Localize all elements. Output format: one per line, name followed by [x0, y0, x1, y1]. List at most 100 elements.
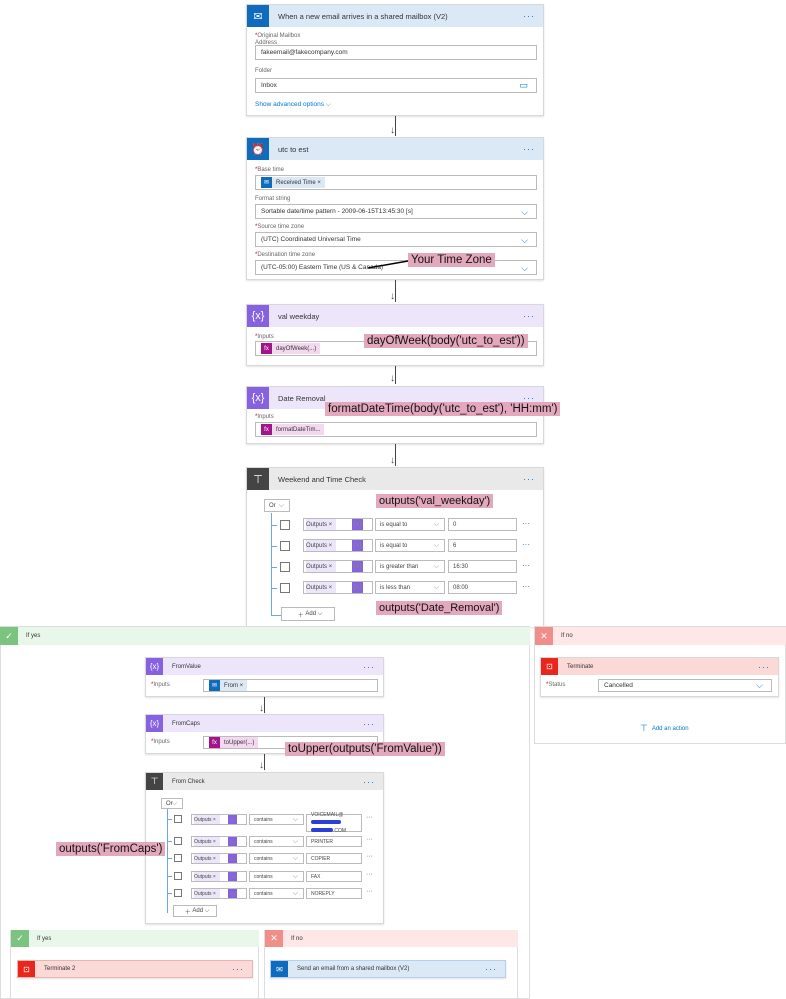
- condition-operator-select[interactable]: is equal to ⌵: [375, 518, 445, 531]
- condition-checkbox[interactable]: [280, 583, 290, 593]
- outputs-token[interactable]: {x} Outputs ×: [306, 519, 363, 530]
- outputs-token[interactable]: {x} Outputs ×: [306, 561, 363, 572]
- condition-left-operand[interactable]: {x} Outputs ×: [191, 888, 247, 899]
- variable-icon: {x}: [247, 305, 269, 327]
- if-yes-header[interactable]: ✓ If yes: [0, 627, 530, 645]
- row-more-icon[interactable]: ···: [366, 836, 373, 843]
- condition-checkbox[interactable]: [280, 520, 290, 530]
- row-more-icon[interactable]: ···: [366, 871, 373, 878]
- send-email-title: Send an email from a shared mailbox (V2): [297, 966, 410, 972]
- outputs-token[interactable]: {x} Outputs ×: [306, 540, 363, 551]
- outputs-token[interactable]: {x} Outputs ×: [194, 815, 237, 824]
- add-an-action-button[interactable]: ⊤ Add an action: [640, 723, 689, 734]
- condition-value-input[interactable]: 0: [448, 518, 517, 531]
- if-no-header[interactable]: ✕ If no: [535, 627, 786, 645]
- more-options-icon[interactable]: ···: [523, 474, 543, 484]
- variable-icon: {x}: [228, 872, 237, 881]
- condition-value-input[interactable]: NOREPLY: [306, 888, 362, 899]
- or-group-select[interactable]: Or ⌵: [264, 499, 290, 512]
- date-removal-inputs-field[interactable]: fx formatDateTim...: [255, 422, 537, 437]
- status-select[interactable]: Cancelled ⌵: [598, 679, 772, 692]
- outputs-token[interactable]: {x} Outputs ×: [194, 854, 237, 863]
- if-no-label: If no: [561, 633, 573, 639]
- more-options-icon[interactable]: ···: [363, 719, 383, 729]
- outputs-token[interactable]: {x} Outputs ×: [194, 837, 237, 846]
- condition-left-operand[interactable]: {x} Outputs ×: [191, 836, 247, 847]
- from-check-card: ⊤ From Check ··· Or ⌵ {x} Outputs × contai…: [145, 772, 384, 924]
- from-token[interactable]: ✉ From ×: [209, 680, 248, 691]
- row-more-icon[interactable]: ···: [522, 540, 530, 549]
- condition-checkbox[interactable]: [174, 854, 182, 862]
- more-options-icon[interactable]: ···: [363, 777, 383, 787]
- send-email-card[interactable]: ✉ Send an email from a shared mailbox (V…: [270, 960, 506, 978]
- condition-operator-select[interactable]: contains ⌵: [249, 853, 304, 864]
- condition-operator-select[interactable]: contains ⌵: [249, 836, 304, 847]
- condition-operator-select[interactable]: contains ⌵: [249, 871, 304, 882]
- more-options-icon[interactable]: ···: [232, 964, 252, 974]
- condition-left-operand[interactable]: {x} Outputs ×: [303, 539, 373, 552]
- more-options-icon[interactable]: ···: [523, 311, 543, 321]
- row-more-icon[interactable]: ···: [522, 561, 530, 570]
- condition-value-input[interactable]: PRINTER: [306, 836, 362, 847]
- add-condition-button[interactable]: ＋ Add ⌵: [173, 905, 217, 917]
- inner-if-yes-header[interactable]: ✓ If yes: [11, 930, 259, 947]
- more-options-icon[interactable]: ···: [363, 662, 383, 672]
- outputs-token[interactable]: {x} Outputs ×: [194, 889, 237, 898]
- condition-operator-select[interactable]: is greater than ⌵: [375, 560, 445, 573]
- weekday-header[interactable]: {x} val weekday ···: [247, 305, 543, 327]
- from-check-header[interactable]: ⊤ From Check ···: [146, 773, 383, 790]
- condition-operator-select[interactable]: is less than ⌵: [375, 581, 445, 594]
- condition-operator-select[interactable]: contains ⌵: [249, 814, 304, 825]
- inner-if-no-header[interactable]: ✕ If no: [265, 930, 518, 947]
- annotation-toupper: toUpper(outputs('FromValue')): [285, 742, 445, 756]
- condition-value-input[interactable]: COPIER: [306, 853, 362, 864]
- condition-checkbox[interactable]: [174, 837, 182, 845]
- from-caps-header[interactable]: {x} FromCaps ···: [146, 715, 383, 732]
- condition-left-operand[interactable]: {x} Outputs ×: [191, 871, 247, 882]
- condition-checkbox[interactable]: [174, 889, 182, 897]
- add-condition-button[interactable]: ＋ Add ⌵: [281, 607, 335, 621]
- outlook-icon: ✉: [271, 961, 288, 977]
- condition-left-operand[interactable]: {x} Outputs ×: [303, 581, 373, 594]
- more-options-icon[interactable]: ···: [485, 964, 505, 974]
- condition-left-operand[interactable]: {x} Outputs ×: [191, 853, 247, 864]
- outputs-token[interactable]: {x} Outputs ×: [306, 582, 363, 593]
- row-more-icon[interactable]: ···: [366, 814, 373, 821]
- row-more-icon[interactable]: ···: [522, 582, 530, 591]
- condition-value-input[interactable]: 16:30: [448, 560, 517, 573]
- dayofweek-token[interactable]: fx dayOfWeek(...): [261, 343, 321, 354]
- from-value-header[interactable]: {x} FromValue ···: [146, 658, 383, 675]
- or-group-select[interactable]: Or ⌵: [161, 798, 183, 809]
- from-value-inputs-field[interactable]: ✉ From ×: [203, 679, 378, 692]
- formatdatetime-token[interactable]: fx formatDateTim...: [261, 424, 325, 435]
- condition-value-input[interactable]: 08:00: [448, 581, 517, 594]
- from-value-card: {x} FromValue ··· *Inputs ✉ From ×: [145, 657, 384, 697]
- inner-if-no-label: If no: [291, 935, 303, 942]
- toupper-token[interactable]: fx toUpper(...): [209, 737, 259, 748]
- terminate-header[interactable]: ⊡ Terminate ···: [541, 658, 778, 675]
- condition-checkbox[interactable]: [174, 815, 182, 823]
- condition-checkbox[interactable]: [280, 562, 290, 572]
- function-icon: fx: [261, 424, 272, 435]
- terminate-2-card[interactable]: ⊡ Terminate 2 ···: [17, 960, 253, 978]
- row-more-icon[interactable]: ···: [366, 888, 373, 895]
- condition-left-operand[interactable]: {x} Outputs ×: [191, 814, 247, 825]
- condition-checkbox[interactable]: [280, 541, 290, 551]
- more-options-icon[interactable]: ···: [758, 662, 778, 672]
- condition-value-input[interactable]: 6: [448, 539, 517, 552]
- condition-operator-select[interactable]: is equal to ⌵: [375, 539, 445, 552]
- condition-left-operand[interactable]: {x} Outputs ×: [303, 560, 373, 573]
- terminate-icon: ⊡: [541, 658, 558, 675]
- row-more-icon[interactable]: ···: [366, 853, 373, 860]
- variable-icon: {x}: [352, 582, 363, 593]
- row-more-icon[interactable]: ···: [522, 519, 530, 528]
- condition-value-input[interactable]: VOICEMAIL@ .COM: [306, 812, 362, 834]
- condition-operator-select[interactable]: contains ⌵: [249, 888, 304, 899]
- condition-icon: ⊤: [247, 468, 269, 490]
- check-icon: ✓: [0, 627, 18, 645]
- weekend-check-header[interactable]: ⊤ Weekend and Time Check ···: [247, 468, 543, 490]
- condition-checkbox[interactable]: [174, 872, 182, 880]
- condition-value-input[interactable]: FAX: [306, 871, 362, 882]
- condition-left-operand[interactable]: {x} Outputs ×: [303, 518, 373, 531]
- outputs-token[interactable]: {x} Outputs ×: [194, 872, 237, 881]
